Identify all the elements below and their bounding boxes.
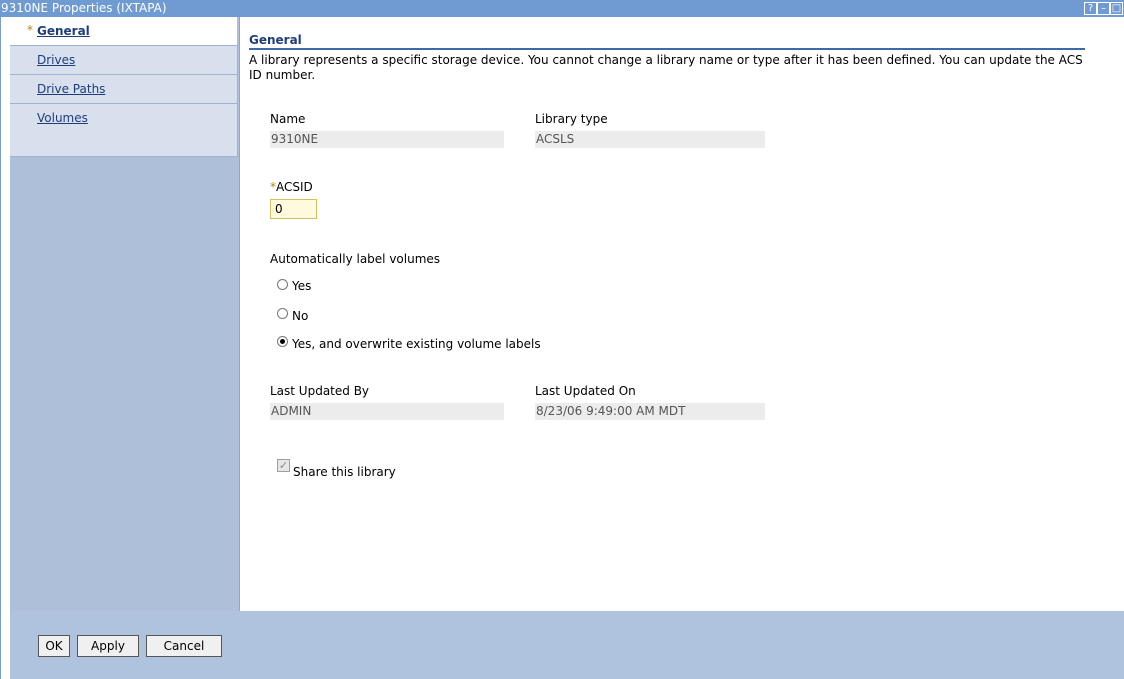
library-type-field: ACSLS xyxy=(535,131,765,148)
required-marker-icon: * xyxy=(27,23,33,37)
share-library-checkbox[interactable]: ✓ xyxy=(277,459,290,472)
section-divider xyxy=(249,48,1085,50)
window-border xyxy=(0,17,1,679)
radio-yes[interactable] xyxy=(277,279,288,290)
radio-selected-dot xyxy=(280,339,285,344)
last-updated-by-label: Last Updated By xyxy=(270,384,370,398)
share-library-label[interactable]: Share this library xyxy=(293,465,396,479)
radio-yes-label[interactable]: Yes xyxy=(292,279,311,293)
nav-item-volumes[interactable]: Volumes xyxy=(10,104,238,157)
nav-item-label[interactable]: Volumes xyxy=(37,111,88,125)
radio-yes-overwrite-label[interactable]: Yes, and overwrite existing volume label… xyxy=(292,337,541,351)
nav-item-drives[interactable]: Drives xyxy=(10,46,238,75)
last-updated-on-field: 8/23/06 9:49:00 AM MDT xyxy=(535,403,765,420)
button-bar: OK Apply Cancel xyxy=(10,611,1124,679)
section-title: General xyxy=(249,33,302,47)
last-updated-on-label: Last Updated On xyxy=(535,384,636,398)
last-updated-by-field: ADMIN xyxy=(270,403,504,420)
acsid-label: *ACSID xyxy=(270,180,313,194)
nav-item-drive-paths[interactable]: Drive Paths xyxy=(10,75,238,104)
acsid-input[interactable]: 0 xyxy=(270,199,317,219)
maximize-icon[interactable]: □ xyxy=(1110,2,1123,15)
radio-no[interactable] xyxy=(277,308,288,319)
auto-label-title: Automatically label volumes xyxy=(270,252,441,266)
ok-button[interactable]: OK xyxy=(38,635,70,657)
nav-item-general[interactable]: * General xyxy=(10,17,237,46)
cancel-button[interactable]: Cancel xyxy=(146,635,222,657)
name-field: 9310NE xyxy=(270,131,504,148)
radio-yes-overwrite[interactable] xyxy=(277,336,288,347)
apply-button[interactable]: Apply xyxy=(77,635,139,657)
library-type-label: Library type xyxy=(535,112,608,126)
radio-no-label[interactable]: No xyxy=(292,309,308,323)
section-description: A library represents a specific storage … xyxy=(249,53,1083,82)
name-label: Name xyxy=(270,112,306,126)
nav-item-label[interactable]: Drives xyxy=(37,53,75,67)
nav-item-label[interactable]: General xyxy=(37,24,90,38)
help-icon[interactable]: ? xyxy=(1084,2,1097,15)
window-titlebar: 9310NE Properties (IXTAPA) ? – □ xyxy=(0,0,1124,17)
sidebar-nav: * General Drives Drive Paths Volumes xyxy=(10,17,240,611)
window-title: 9310NE Properties (IXTAPA) xyxy=(1,1,167,15)
nav-item-label[interactable]: Drive Paths xyxy=(37,82,105,96)
minimize-icon[interactable]: – xyxy=(1097,2,1110,15)
